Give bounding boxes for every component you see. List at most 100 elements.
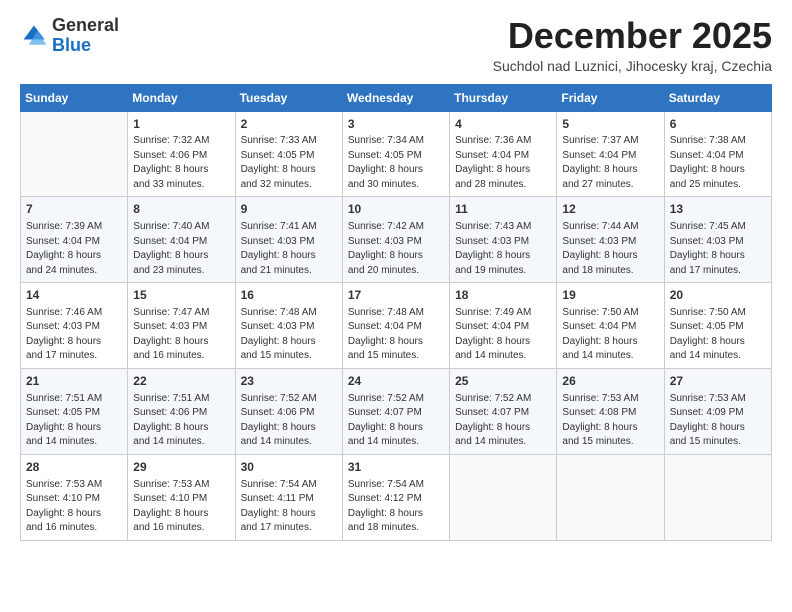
day-number: 13 xyxy=(670,201,766,218)
calendar-cell: 2Sunrise: 7:33 AMSunset: 4:05 PMDaylight… xyxy=(235,111,342,197)
day-info: Sunrise: 7:50 AMSunset: 4:04 PMDaylight:… xyxy=(562,306,658,364)
day-number: 6 xyxy=(670,116,766,133)
day-number: 30 xyxy=(241,459,337,476)
calendar-cell: 10Sunrise: 7:42 AMSunset: 4:03 PMDayligh… xyxy=(342,197,449,283)
calendar-cell: 24 Sunrise: 7:52 AMSunset: 4:07 PMDayligh… xyxy=(342,368,449,454)
day-info: Sunrise: 7:32 AMSunset: 4:06 PMDaylight:… xyxy=(133,134,229,192)
day-number: 25 xyxy=(455,373,551,390)
day-info: Sunrise: 7:54 AMSunset: 4:11 PMDaylight:… xyxy=(241,478,337,536)
day-info: Sunrise: 7:48 AMSunset: 4:03 PMDaylight:… xyxy=(241,306,337,364)
day-number: 16 xyxy=(241,287,337,304)
weekday-header: Friday xyxy=(557,84,664,111)
day-number: 20 xyxy=(670,287,766,304)
day-number: 5 xyxy=(562,116,658,133)
calendar-cell: 16 Sunrise: 7:48 AMSunset: 4:03 PMDayligh… xyxy=(235,283,342,369)
day-info: Sunrise: 7:36 AMSunset: 4:04 PMDaylight:… xyxy=(455,134,551,192)
day-number: 22 xyxy=(133,373,229,390)
day-number: 8 xyxy=(133,201,229,218)
logo-blue: Blue xyxy=(52,35,91,55)
calendar-cell: 18 Sunrise: 7:49 AMSunset: 4:04 PMDayligh… xyxy=(450,283,557,369)
day-number: 9 xyxy=(241,201,337,218)
day-number: 29 xyxy=(133,459,229,476)
day-info: Sunrise: 7:54 AMSunset: 4:12 PMDaylight:… xyxy=(348,478,444,536)
day-info: Sunrise: 7:41 AMSunset: 4:03 PMDaylight:… xyxy=(241,220,337,278)
calendar-cell: 21Sunrise: 7:51 AMSunset: 4:05 PMDayligh… xyxy=(21,368,128,454)
calendar-cell: 12 Sunrise: 7:44 AMSunset: 4:03 PMDayligh… xyxy=(557,197,664,283)
calendar-cell xyxy=(450,454,557,540)
calendar-header-row: SundayMondayTuesdayWednesdayThursdayFrid… xyxy=(21,84,772,111)
day-info: Sunrise: 7:50 AMSunset: 4:05 PMDaylight:… xyxy=(670,306,766,364)
calendar-cell: 5Sunrise: 7:37 AMSunset: 4:04 PMDaylight… xyxy=(557,111,664,197)
day-info: Sunrise: 7:52 AMSunset: 4:06 PMDaylight:… xyxy=(241,392,337,450)
weekday-header: Tuesday xyxy=(235,84,342,111)
day-number: 15 xyxy=(133,287,229,304)
calendar-cell: 22 Sunrise: 7:51 AMSunset: 4:06 PMDayligh… xyxy=(128,368,235,454)
day-number: 31 xyxy=(348,459,444,476)
calendar-cell: 19 Sunrise: 7:50 AMSunset: 4:04 PMDayligh… xyxy=(557,283,664,369)
calendar-cell: 13Sunrise: 7:45 AMSunset: 4:03 PMDayligh… xyxy=(664,197,771,283)
day-number: 1 xyxy=(133,116,229,133)
day-number: 17 xyxy=(348,287,444,304)
day-info: Sunrise: 7:43 AMSunset: 4:03 PMDaylight:… xyxy=(455,220,551,278)
day-number: 28 xyxy=(26,459,122,476)
day-number: 26 xyxy=(562,373,658,390)
weekday-header: Wednesday xyxy=(342,84,449,111)
calendar-cell: 4Sunrise: 7:36 AMSunset: 4:04 PMDaylight… xyxy=(450,111,557,197)
day-info: Sunrise: 7:52 AMSunset: 4:07 PMDaylight:… xyxy=(348,392,444,450)
calendar-week-row: 21Sunrise: 7:51 AMSunset: 4:05 PMDayligh… xyxy=(21,368,772,454)
calendar-cell: 23 Sunrise: 7:52 AMSunset: 4:06 PMDayligh… xyxy=(235,368,342,454)
day-number: 4 xyxy=(455,116,551,133)
calendar-cell: 27 Sunrise: 7:53 AMSunset: 4:09 PMDayligh… xyxy=(664,368,771,454)
day-info: Sunrise: 7:42 AMSunset: 4:03 PMDaylight:… xyxy=(348,220,444,278)
weekday-header: Monday xyxy=(128,84,235,111)
weekday-header: Saturday xyxy=(664,84,771,111)
calendar-cell: 29 Sunrise: 7:53 AMSunset: 4:10 PMDayligh… xyxy=(128,454,235,540)
day-info: Sunrise: 7:33 AMSunset: 4:05 PMDaylight:… xyxy=(241,134,337,192)
day-info: Sunrise: 7:52 AMSunset: 4:07 PMDaylight:… xyxy=(455,392,551,450)
day-number: 7 xyxy=(26,201,122,218)
day-number: 14 xyxy=(26,287,122,304)
calendar-week-row: 7 Sunrise: 7:39 AMSunset: 4:04 PMDaylight… xyxy=(21,197,772,283)
calendar-cell: 11 Sunrise: 7:43 AMSunset: 4:03 PMDayligh… xyxy=(450,197,557,283)
day-number: 3 xyxy=(348,116,444,133)
calendar-cell xyxy=(664,454,771,540)
calendar-cell: 15Sunrise: 7:47 AMSunset: 4:03 PMDayligh… xyxy=(128,283,235,369)
calendar-week-row: 28 Sunrise: 7:53 AMSunset: 4:10 PMDayligh… xyxy=(21,454,772,540)
day-number: 2 xyxy=(241,116,337,133)
day-info: Sunrise: 7:37 AMSunset: 4:04 PMDaylight:… xyxy=(562,134,658,192)
logo-text: General Blue xyxy=(52,16,119,56)
calendar-cell xyxy=(557,454,664,540)
calendar-cell: 3Sunrise: 7:34 AMSunset: 4:05 PMDaylight… xyxy=(342,111,449,197)
day-info: Sunrise: 7:51 AMSunset: 4:06 PMDaylight:… xyxy=(133,392,229,450)
logo-general: General xyxy=(52,15,119,35)
day-info: Sunrise: 7:53 AMSunset: 4:10 PMDaylight:… xyxy=(133,478,229,536)
day-number: 21 xyxy=(26,373,122,390)
calendar-cell: 25 Sunrise: 7:52 AMSunset: 4:07 PMDayligh… xyxy=(450,368,557,454)
day-number: 18 xyxy=(455,287,551,304)
day-info: Sunrise: 7:53 AMSunset: 4:09 PMDaylight:… xyxy=(670,392,766,450)
calendar-cell: 7 Sunrise: 7:39 AMSunset: 4:04 PMDaylight… xyxy=(21,197,128,283)
calendar-table: SundayMondayTuesdayWednesdayThursdayFrid… xyxy=(20,84,772,541)
month-title: December 2025 xyxy=(493,16,772,56)
day-number: 24 xyxy=(348,373,444,390)
day-info: Sunrise: 7:44 AMSunset: 4:03 PMDaylight:… xyxy=(562,220,658,278)
day-info: Sunrise: 7:53 AMSunset: 4:10 PMDaylight:… xyxy=(26,478,122,536)
day-number: 27 xyxy=(670,373,766,390)
day-info: Sunrise: 7:53 AMSunset: 4:08 PMDaylight:… xyxy=(562,392,658,450)
calendar-cell: 6Sunrise: 7:38 AMSunset: 4:04 PMDaylight… xyxy=(664,111,771,197)
day-info: Sunrise: 7:49 AMSunset: 4:04 PMDaylight:… xyxy=(455,306,551,364)
calendar-cell: 26 Sunrise: 7:53 AMSunset: 4:08 PMDayligh… xyxy=(557,368,664,454)
day-info: Sunrise: 7:48 AMSunset: 4:04 PMDaylight:… xyxy=(348,306,444,364)
day-number: 19 xyxy=(562,287,658,304)
page-header: General Blue December 2025 Suchdol nad L… xyxy=(20,16,772,74)
day-number: 11 xyxy=(455,201,551,218)
day-number: 23 xyxy=(241,373,337,390)
weekday-header: Sunday xyxy=(21,84,128,111)
calendar-week-row: 14Sunrise: 7:46 AMSunset: 4:03 PMDayligh… xyxy=(21,283,772,369)
logo-icon xyxy=(20,22,48,50)
calendar-cell: 8Sunrise: 7:40 AMSunset: 4:04 PMDaylight… xyxy=(128,197,235,283)
day-number: 12 xyxy=(562,201,658,218)
day-info: Sunrise: 7:34 AMSunset: 4:05 PMDaylight:… xyxy=(348,134,444,192)
day-info: Sunrise: 7:39 AMSunset: 4:04 PMDaylight:… xyxy=(26,220,122,278)
day-info: Sunrise: 7:38 AMSunset: 4:04 PMDaylight:… xyxy=(670,134,766,192)
